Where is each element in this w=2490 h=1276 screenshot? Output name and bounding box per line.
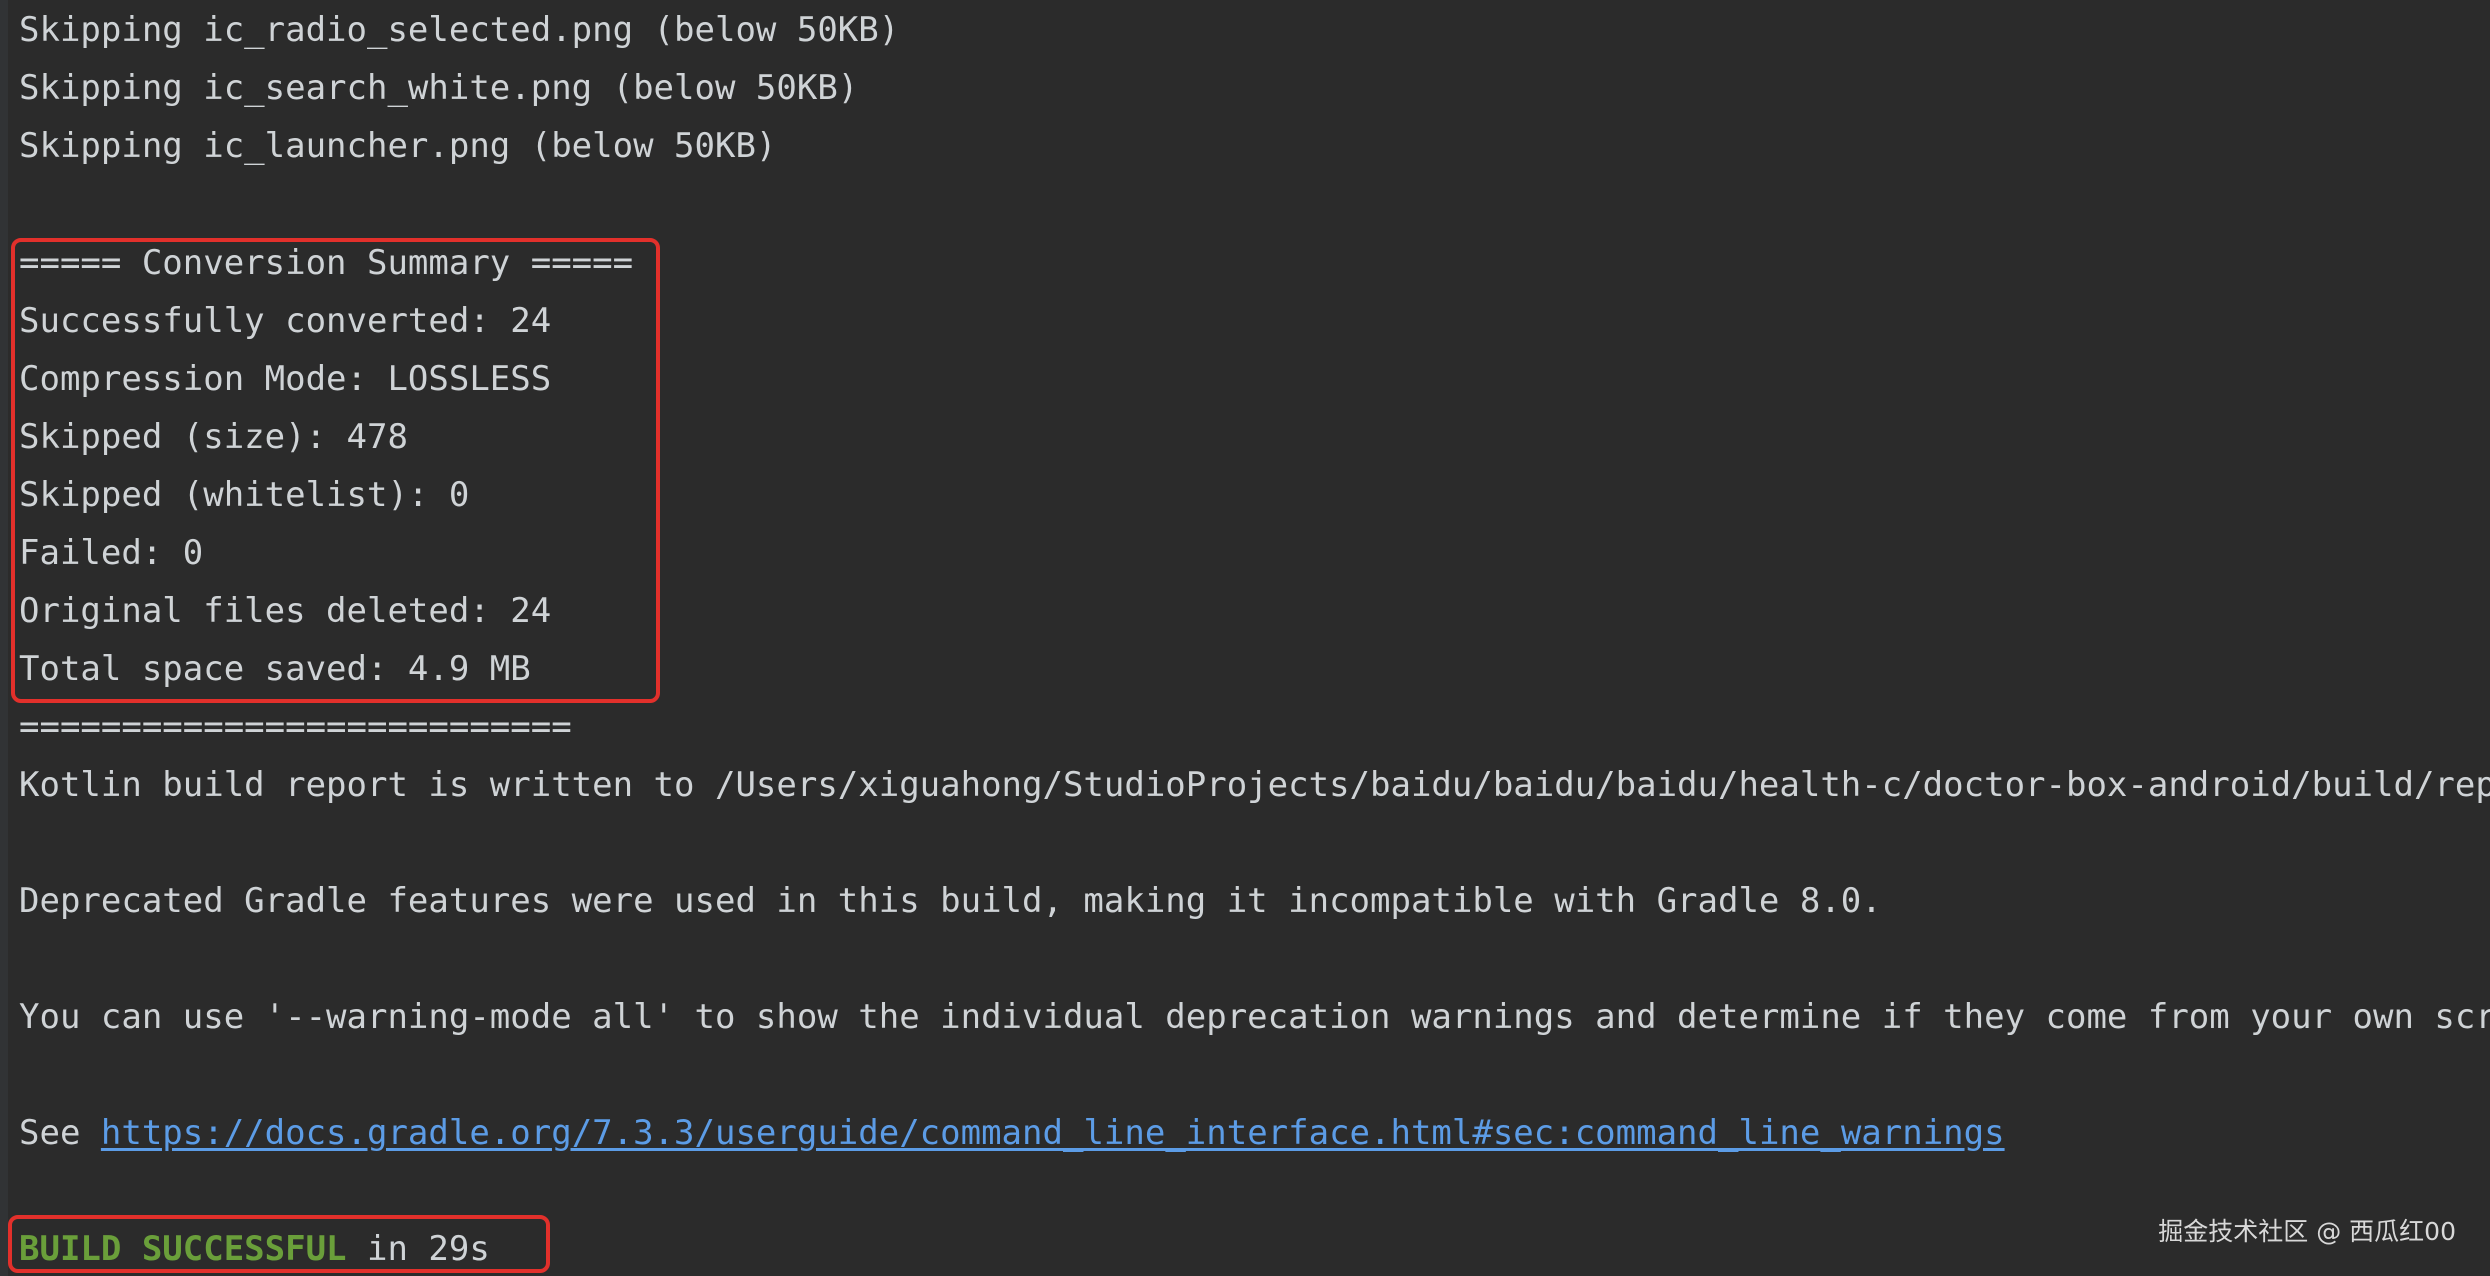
summary-footer-divider: =========================== (19, 707, 572, 747)
docs-link-line: See https://docs.gradle.org/7.3.3/usergu… (19, 1107, 2005, 1159)
gradle-docs-link[interactable]: https://docs.gradle.org/7.3.3/userguide/… (101, 1113, 2005, 1153)
console-line-skip-radio: Skipping ic_radio_selected.png (below 50… (19, 10, 900, 50)
build-result-highlight-box (8, 1215, 550, 1273)
watermark-text: 掘金技术社区 @ 西瓜红00 (2158, 1217, 2456, 1246)
console-gutter (0, 0, 8, 1276)
console-output: Skipping ic_radio_selected.png (below 50… (0, 0, 2490, 1276)
kotlin-report-line: Kotlin build report is written to /Users… (19, 765, 2490, 805)
console-line-skip-launcher: Skipping ic_launcher.png (below 50KB) (19, 126, 777, 166)
summary-highlight-box (11, 238, 660, 703)
docs-link-prefix: See (19, 1113, 101, 1153)
deprecation-notice: Deprecated Gradle features were used in … (19, 881, 1882, 921)
warning-mode-hint: You can use '--warning-mode all' to show… (19, 997, 2490, 1037)
console-line-skip-search: Skipping ic_search_white.png (below 50KB… (19, 68, 859, 108)
